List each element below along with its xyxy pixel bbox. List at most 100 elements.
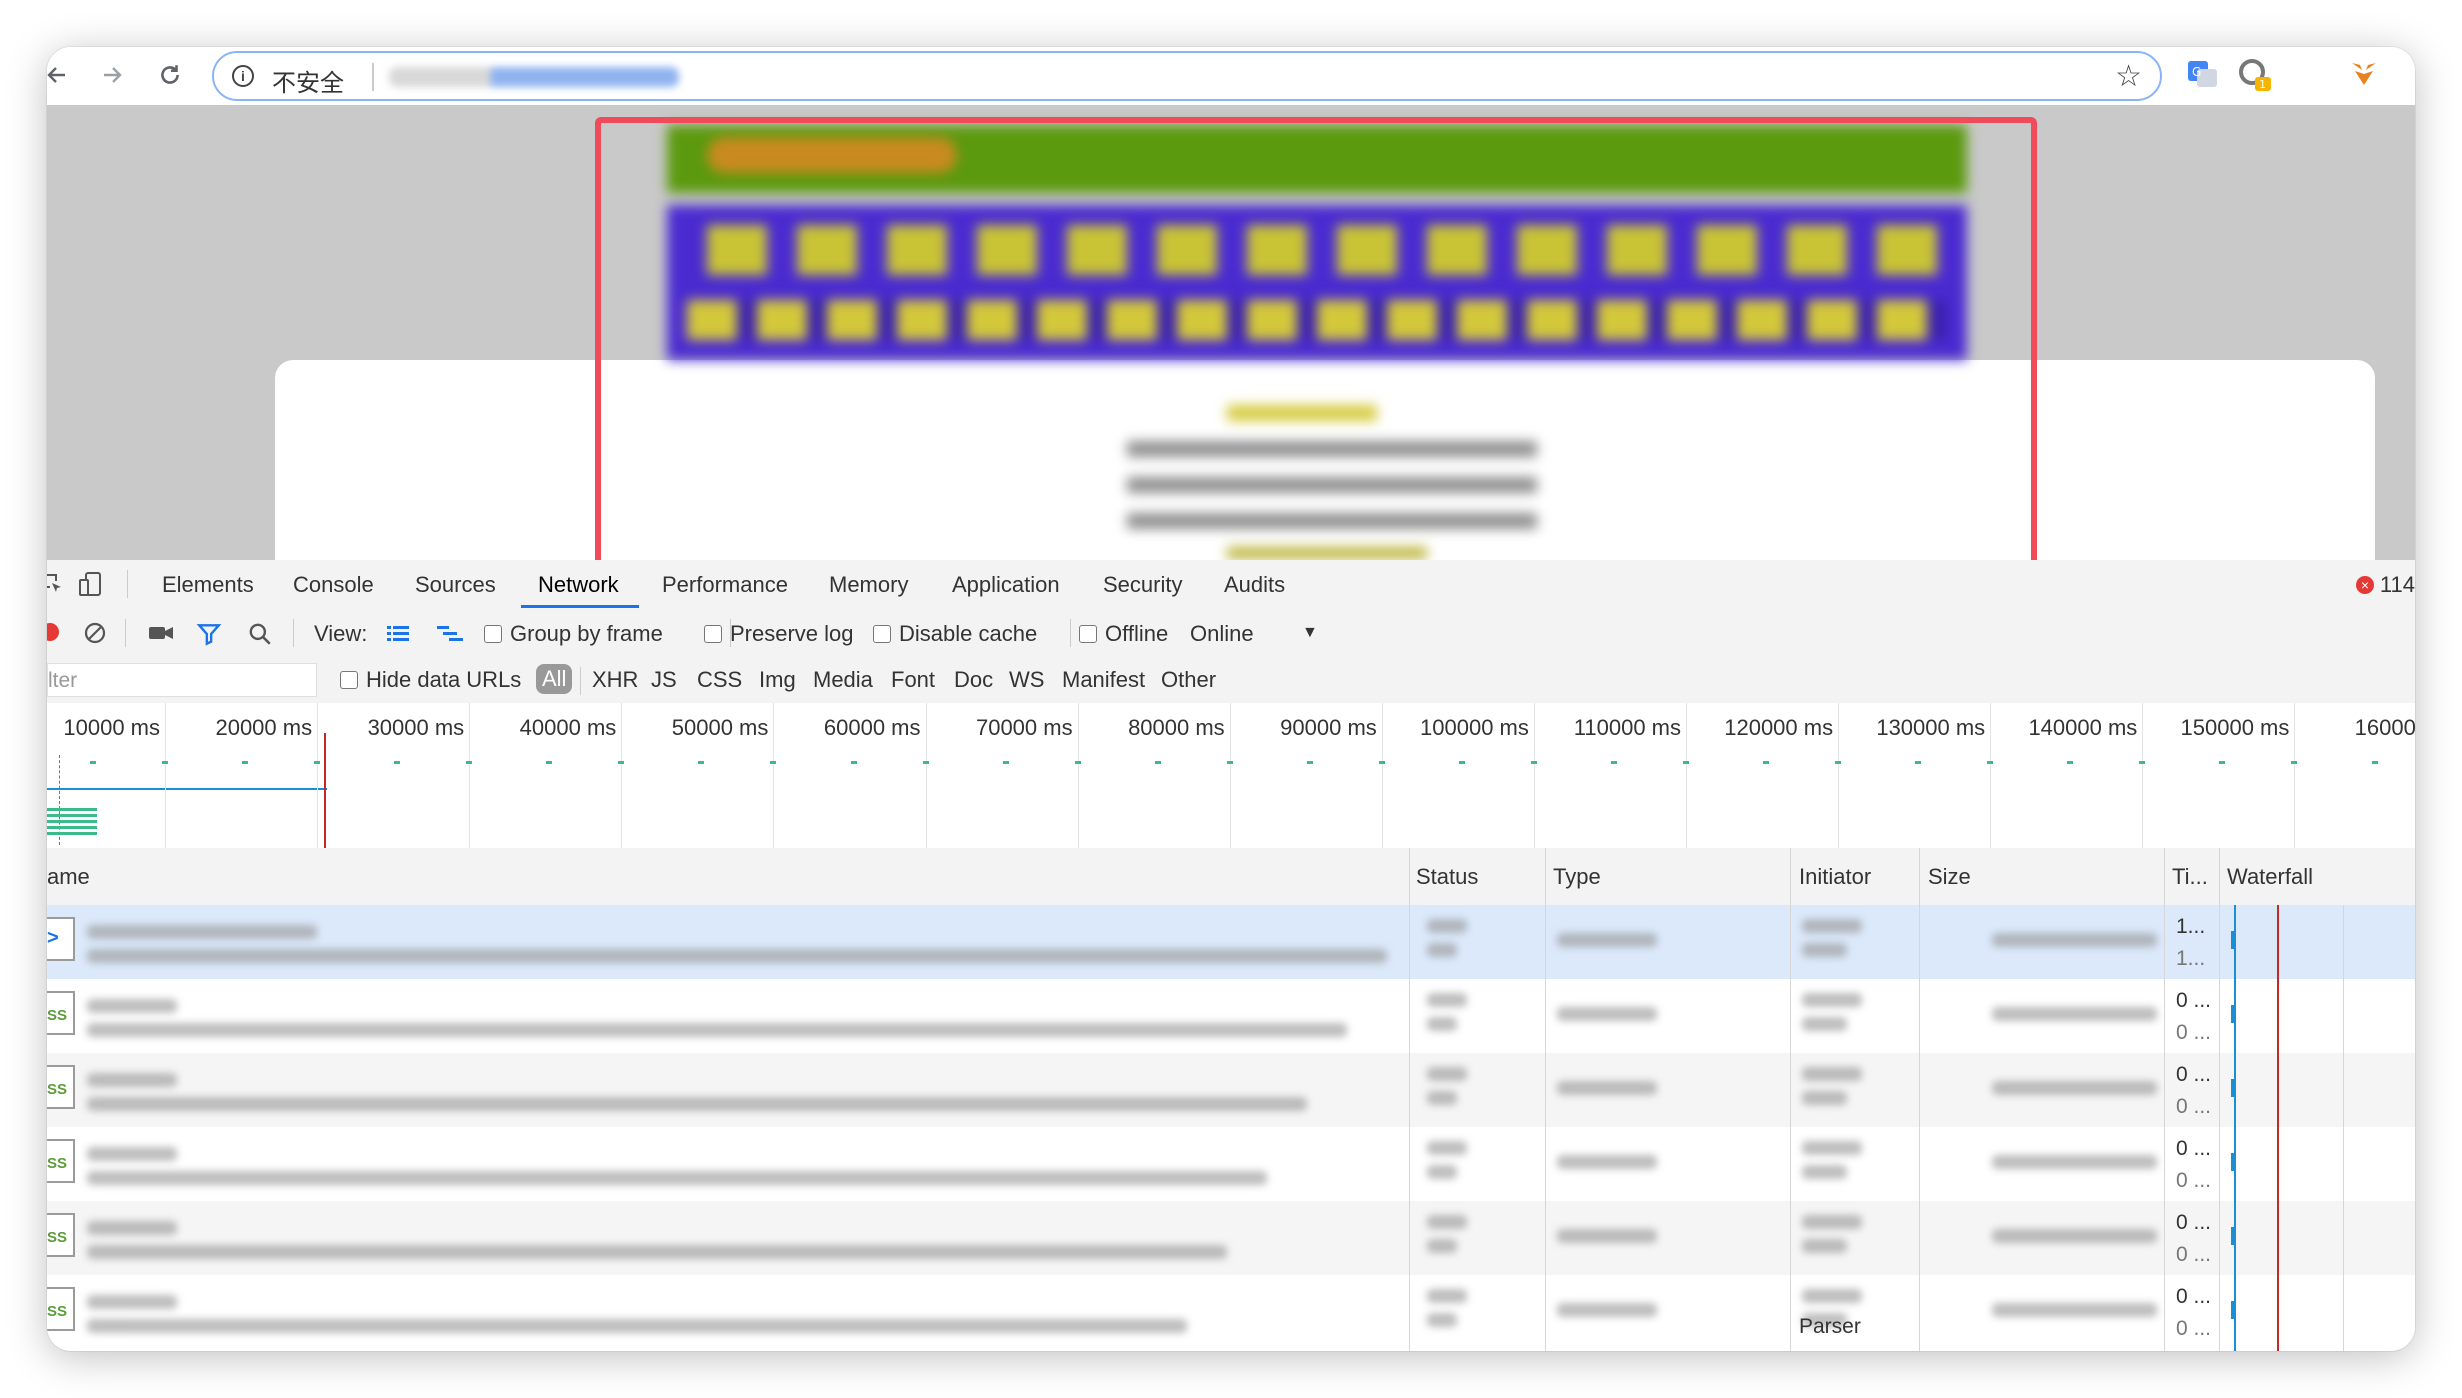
redacted-text: [1802, 943, 1847, 957]
filter-type-xhr[interactable]: XHR: [592, 667, 638, 693]
hide-data-urls-option[interactable]: Hide data URLs: [340, 667, 521, 693]
group-by-frame-label: Group by frame: [510, 621, 663, 646]
column-status[interactable]: Status: [1416, 864, 1478, 890]
filter-type-other[interactable]: Other: [1161, 667, 1216, 693]
chevron-down-icon[interactable]: ▼: [1302, 624, 1318, 642]
redacted-text: [1557, 1081, 1657, 1095]
info-icon[interactable]: i: [232, 65, 254, 87]
filter-type-ws[interactable]: WS: [1009, 667, 1044, 693]
table-row[interactable]: SS 0 ... 0 ...: [47, 1053, 2415, 1127]
translate-extension-icon[interactable]: G: [2185, 57, 2219, 91]
tab-console[interactable]: Console: [293, 572, 374, 598]
redacted-text: [1802, 1091, 1847, 1105]
network-overview[interactable]: 10000 ms 20000 ms 30000 ms 40000 ms 50000 ms…: [47, 703, 2415, 849]
extension-badge-icon[interactable]: 1: [2237, 57, 2271, 91]
table-row[interactable]: SS 0 ... 0 ...: [47, 979, 2415, 1053]
latency-cell: 1...: [2176, 947, 2206, 970]
redacted-text: [1802, 1239, 1847, 1253]
filter-type-js[interactable]: JS: [651, 667, 677, 693]
overview-tick-label: 70000 ms: [975, 715, 1073, 740]
tab-memory[interactable]: Memory: [829, 572, 908, 598]
redacted-text: [1802, 1215, 1862, 1229]
overview-grid-line: [1686, 703, 1687, 848]
overview-grid-line: [621, 703, 623, 848]
reload-button[interactable]: [150, 55, 190, 95]
redacted-text: [1427, 1165, 1457, 1179]
tab-sources[interactable]: Sources: [415, 572, 496, 598]
initiator-cell[interactable]: Parser: [1799, 1315, 1861, 1339]
throttling-select[interactable]: Online: [1190, 621, 1254, 647]
disable-cache-option[interactable]: Disable cache: [873, 621, 1037, 647]
filter-icon[interactable]: [196, 621, 222, 647]
overview-tick-label: 80000 ms: [1128, 715, 1225, 740]
metamask-fox-icon[interactable]: [2347, 57, 2381, 91]
column-separator: [1409, 848, 1410, 1351]
table-row[interactable]: >1... 1...: [47, 905, 2415, 979]
overview-tick-label: 20000 ms: [215, 715, 313, 740]
table-row[interactable]: SS 0 ... 0 ... Parser: [47, 1275, 2415, 1349]
filter-type-media[interactable]: Media: [813, 667, 873, 693]
inspect-element-icon[interactable]: [47, 572, 65, 596]
overview-tick-label: 60000 ms: [823, 715, 921, 740]
table-row[interactable]: SS 0 ... 0 ...: [47, 1127, 2415, 1201]
overview-request-mark: [2219, 761, 2226, 764]
video-camera-icon[interactable]: [147, 621, 175, 645]
error-counter[interactable]: × 114: [2355, 572, 2415, 598]
overview-grid-line: [2294, 703, 2296, 848]
hide-data-urls-checkbox[interactable]: [340, 671, 358, 689]
column-name[interactable]: ame: [47, 864, 90, 890]
preserve-log-checkbox[interactable]: [704, 625, 722, 643]
filter-input[interactable]: lter: [47, 663, 317, 697]
tab-network[interactable]: Network: [538, 572, 619, 598]
preserve-log-option[interactable]: Preserve log: [704, 621, 854, 647]
column-waterfall[interactable]: Waterfall: [2227, 864, 2313, 890]
browser-toolbar: i 不安全 ☆ G 1: [47, 47, 2415, 106]
overview-request-mark: [1458, 761, 1465, 764]
star-bookmark-icon[interactable]: ☆: [2115, 59, 2142, 94]
disable-cache-label: Disable cache: [899, 621, 1038, 646]
record-icon[interactable]: [47, 623, 59, 641]
back-button[interactable]: [47, 55, 77, 95]
forward-button[interactable]: [92, 55, 132, 95]
filter-type-all[interactable]: All: [536, 664, 573, 694]
overview-request-mark: [618, 761, 625, 764]
tab-audits[interactable]: Audits: [1224, 572, 1285, 598]
filter-type-doc[interactable]: Doc: [954, 667, 993, 693]
redacted-text: [87, 925, 317, 939]
filter-type-css[interactable]: CSS: [697, 667, 742, 693]
overview-grid-line: [469, 703, 471, 848]
extension-gray-icon[interactable]: [2292, 57, 2326, 91]
css-file-icon: SS: [47, 991, 75, 1035]
filter-type-manifest[interactable]: Manifest: [1062, 667, 1145, 693]
overview-request-mark: [770, 761, 777, 764]
column-type[interactable]: Type: [1553, 864, 1601, 890]
filter-type-img[interactable]: Img: [759, 667, 796, 693]
tab-performance[interactable]: Performance: [662, 572, 788, 598]
svg-text:G: G: [2192, 65, 2201, 79]
css-file-icon: SS: [47, 1287, 75, 1331]
redacted-text: [1992, 1229, 2157, 1243]
clear-icon[interactable]: [83, 621, 107, 645]
disable-cache-checkbox[interactable]: [873, 625, 891, 643]
search-icon[interactable]: [247, 621, 273, 647]
filter-type-font[interactable]: Font: [891, 667, 935, 693]
list-view-icon[interactable]: [385, 622, 411, 646]
device-toolbar-icon[interactable]: [77, 570, 105, 598]
column-initiator[interactable]: Initiator: [1799, 864, 1871, 890]
address-bar[interactable]: i 不安全 ☆: [212, 51, 2162, 101]
table-row[interactable]: SS 0 ... 0 ...: [47, 1201, 2415, 1275]
offline-option[interactable]: Offline: [1079, 621, 1168, 647]
tab-application[interactable]: Application: [952, 572, 1060, 598]
svg-text:1: 1: [2259, 78, 2266, 91]
group-by-frame-option[interactable]: Group by frame: [484, 621, 663, 647]
column-size[interactable]: Size: [1928, 864, 1971, 890]
overview-grid-line: [773, 703, 775, 848]
tab-elements[interactable]: Elements: [162, 572, 254, 598]
column-time[interactable]: Ti...: [2172, 864, 2208, 890]
redacted-text: [87, 1023, 1347, 1037]
tab-security[interactable]: Security: [1103, 572, 1182, 598]
waterfall-view-icon[interactable]: [435, 622, 465, 646]
offline-checkbox[interactable]: [1079, 625, 1097, 643]
network-toolbar: View: Group by frame Preserve log Disabl…: [47, 609, 2415, 658]
group-by-frame-checkbox[interactable]: [484, 625, 502, 643]
